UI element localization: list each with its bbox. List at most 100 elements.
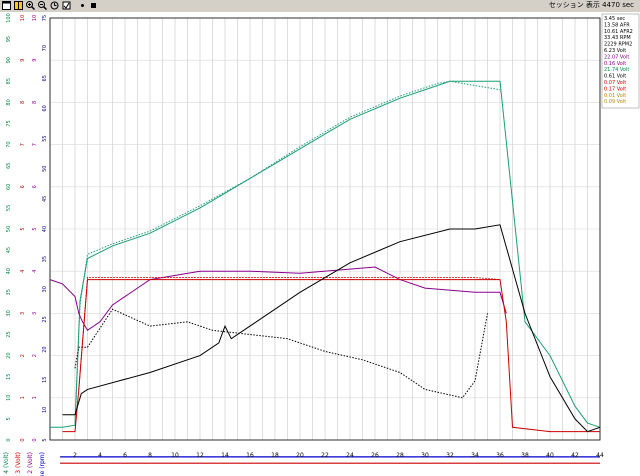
y-tick-label: 30 — [42, 286, 48, 292]
axis-label: Volt 2 (Volt) — [27, 452, 34, 476]
y-tick-label: 40 — [6, 268, 12, 274]
legend-item: 21.74 Volt — [604, 67, 629, 73]
y-tick-label: 0 — [32, 438, 38, 441]
y-tick-label: 10 — [6, 395, 12, 401]
x-tick-label: 38 — [521, 452, 529, 459]
y-tick-label: 5 — [20, 227, 26, 230]
y-tick-label: 6 — [20, 185, 26, 188]
legend-item: 2229 RPM2 — [604, 42, 632, 48]
x-tick-label: 42 — [571, 452, 579, 459]
x-tick-label: 18 — [271, 452, 279, 459]
dot-icon[interactable] — [78, 1, 87, 10]
x-tick-label: 24 — [346, 452, 354, 459]
window-icon[interactable] — [2, 1, 11, 10]
y-tick-label: 50 — [42, 166, 48, 172]
axis-label: Volt 4 (Volt) — [3, 452, 10, 476]
y-tick-label: 70 — [6, 141, 12, 147]
y-tick-label: 4 — [20, 270, 26, 273]
y-tick-label: 10 — [42, 407, 48, 413]
x-tick-label: 36 — [496, 452, 504, 459]
y-tick-label: 10 — [20, 15, 26, 21]
x-tick-label: 6 — [123, 452, 127, 459]
y-tick-label: 75 — [6, 120, 12, 126]
zoom-out-icon[interactable] — [38, 1, 47, 10]
y-tick-label: 25 — [6, 331, 12, 337]
y-tick-label: 35 — [6, 289, 12, 295]
y-tick-label: 65 — [42, 75, 48, 81]
y-tick-label: 60 — [42, 105, 48, 111]
y-tick-label: 45 — [42, 196, 48, 202]
y-tick-label: 25 — [42, 316, 48, 322]
y-tick-label: 20 — [42, 346, 48, 352]
y-tick-label: 85 — [6, 78, 12, 84]
x-tick-label: 2 — [73, 452, 77, 459]
y-tick-label: 80 — [6, 99, 12, 105]
y-tick-label: 9 — [32, 59, 38, 62]
y-tick-label: 1 — [20, 396, 26, 399]
window-title: セッション 表示 4470 sec — [548, 1, 634, 9]
x-tick-label: 12 — [196, 452, 204, 459]
x-tick-label: 28 — [396, 452, 404, 459]
y-tick-label: 50 — [6, 226, 12, 232]
legend-item: 0.01 Volt — [604, 93, 626, 99]
stop-icon[interactable] — [89, 1, 98, 10]
y-tick-label: 8 — [20, 101, 26, 104]
zoom-in-icon[interactable] — [26, 1, 35, 10]
axis-label: Engine (rpm) — [39, 452, 46, 476]
y-tick-label: 70 — [42, 45, 48, 51]
legend-item: 22.07 Volt — [604, 54, 629, 60]
y-tick-label: 2 — [20, 354, 26, 357]
y-tick-label: 35 — [42, 256, 48, 262]
tile-icon[interactable] — [14, 1, 23, 10]
y-tick-label: 45 — [6, 247, 12, 253]
x-tick-label: 40 — [546, 452, 554, 459]
axis-label: Volt 3 (Volt) — [15, 452, 22, 476]
y-tick-label: 7 — [32, 143, 38, 146]
legend-item: 0.07 Volt — [604, 80, 626, 86]
y-tick-label: 20 — [6, 352, 12, 358]
y-tick-label: 9 — [20, 59, 26, 62]
y-tick-label: 0 — [20, 438, 26, 441]
y-tick-label: 5 — [6, 417, 12, 420]
y-tick-label: 5 — [32, 227, 38, 230]
x-tick-label: 26 — [371, 452, 379, 459]
legend-item: 33.43 RPM — [604, 35, 631, 41]
plot-area[interactable]: 0510152025303540455055606570758085909510… — [0, 12, 640, 476]
y-tick-label: 55 — [6, 205, 12, 211]
x-tick-label: 32 — [446, 452, 454, 459]
legend-item: 0.17 Volt — [604, 86, 626, 92]
y-tick-label: 6 — [32, 185, 38, 188]
y-tick-label: 5 — [42, 438, 48, 441]
y-tick-label: 7 — [20, 143, 26, 146]
y-tick-label: 3 — [20, 312, 26, 315]
y-tick-label: 60 — [6, 184, 12, 190]
x-tick-label: 16 — [246, 452, 254, 459]
y-tick-label: 95 — [6, 36, 12, 42]
legend-item: 13.58 AFR — [604, 22, 630, 28]
legend-item: 6.23 Volt — [604, 48, 626, 54]
x-tick-label: 4 — [98, 452, 102, 459]
x-tick-label: 30 — [421, 452, 429, 459]
history-icon[interactable] — [50, 1, 59, 10]
y-tick-label: 55 — [42, 135, 48, 141]
x-tick-label: 14 — [221, 452, 229, 459]
x-tick-label: 20 — [296, 452, 304, 459]
x-tick-label: 8 — [148, 452, 152, 459]
y-tick-label: 4 — [32, 270, 38, 273]
reset-icon[interactable] — [62, 1, 71, 10]
x-tick-label: 22 — [321, 452, 329, 459]
y-tick-label: 10 — [32, 15, 38, 21]
y-tick-label: 40 — [42, 226, 48, 232]
y-tick-label: 90 — [6, 57, 12, 63]
y-tick-label: 15 — [6, 374, 12, 380]
y-tick-label: 100 — [6, 13, 12, 23]
y-tick-label: 30 — [6, 310, 12, 316]
y-tick-label: 8 — [32, 101, 38, 104]
y-tick-label: 0 — [6, 438, 12, 441]
y-tick-label: 75 — [42, 15, 48, 21]
plot-background — [0, 12, 640, 476]
y-tick-label: 15 — [42, 377, 48, 383]
x-tick-label: 34 — [471, 452, 479, 459]
legend: 3.45 sec13.58 AFR10.61 AFR233.43 RPM2229… — [601, 13, 640, 109]
y-tick-label: 65 — [6, 163, 12, 169]
